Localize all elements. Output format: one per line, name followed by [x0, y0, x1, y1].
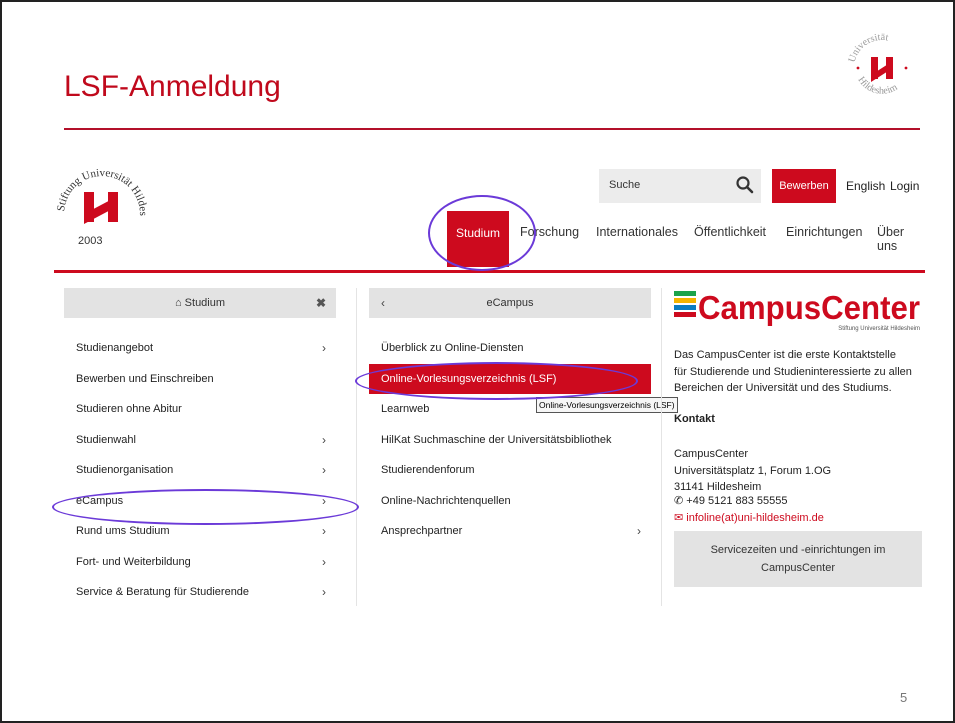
svg-text:Stiftung Universität Hildeshei: Stiftung Universität Hildesheim: [838, 326, 920, 332]
chevron-right-icon: ›: [322, 463, 326, 477]
campuscenter-description: Das CampusCenter ist die erste Kontaktst…: [674, 349, 912, 394]
column-divider: [661, 288, 662, 606]
menu-item-service-beratung[interactable]: Service & Beratung für Studierende ›: [64, 577, 336, 608]
menu-item-studienangebot[interactable]: Studienangebot ›: [64, 333, 336, 364]
slide-number: 5: [900, 690, 908, 705]
chevron-right-icon: ›: [322, 585, 326, 599]
menu-header-studium[interactable]: ⌂ Studium ✖: [64, 288, 336, 318]
search-input[interactable]: Suche: [599, 169, 761, 203]
menu-item-studienwahl[interactable]: Studienwahl ›: [64, 425, 336, 456]
login-link[interactable]: Login: [890, 179, 919, 193]
svg-text:2003: 2003: [78, 235, 102, 247]
svg-text:Universität: Universität: [847, 32, 890, 64]
phone-icon: ✆: [674, 495, 687, 507]
chevron-right-icon: ›: [637, 524, 641, 538]
contact-address: CampusCenter Universitätsplatz 1, Forum …: [674, 448, 832, 493]
presentation-slide: LSF-Anmeldung Universität Hildesheim Sti…: [0, 0, 955, 723]
menu-item-fort-weiterbildung[interactable]: Fort- und Weiterbildung ›: [64, 547, 336, 578]
nav-tab-einrichtungen[interactable]: Einrichtungen: [786, 225, 862, 239]
svg-text:CampusCenter: CampusCenter: [698, 289, 920, 326]
title-divider: [64, 128, 920, 130]
nav-tab-internationales[interactable]: Internationales: [596, 225, 678, 239]
nav-tab-oeffentlichkeit[interactable]: Öffentlichkeit: [694, 225, 766, 239]
apply-button[interactable]: Bewerben: [772, 169, 836, 203]
contact-phone[interactable]: ✆ +49 5121 883 55555: [674, 494, 788, 507]
menu-header-label: Studium: [184, 297, 226, 309]
slide-title: LSF-Anmeldung: [64, 70, 281, 103]
english-link[interactable]: English: [846, 179, 885, 193]
nav-tab-ueber-uns[interactable]: Über uns: [877, 225, 925, 253]
menu-item-studienorganisation[interactable]: Studienorganisation ›: [64, 455, 336, 486]
chevron-right-icon: ›: [322, 554, 326, 569]
menu-item-studierendenforum[interactable]: Studierendenforum: [369, 455, 651, 486]
menu-item-bewerben-einschreiben[interactable]: Bewerben und Einschreiben: [64, 364, 336, 395]
chevron-right-icon: ›: [322, 341, 326, 355]
close-icon[interactable]: ✖: [316, 288, 326, 318]
menu-item-ansprechpartner[interactable]: Ansprechpartner ›: [369, 516, 651, 547]
university-logo[interactable]: Stiftung Universität Hildesheim 2003: [54, 162, 149, 257]
highlight-ellipse-ecampus: [52, 489, 359, 525]
contact-heading: Kontakt: [674, 413, 715, 425]
menu-item-nachrichtenquellen[interactable]: Online-Nachrichtenquellen: [369, 486, 651, 517]
menu-header-ecampus[interactable]: ‹ eCampus: [369, 288, 651, 318]
menu-item-hilkat[interactable]: HilKat Suchmaschine der Universitätsbibl…: [369, 425, 651, 456]
contact-email-link[interactable]: ✉ infoline(at)uni-hildesheim.de: [674, 511, 824, 524]
service-hours-button[interactable]: Servicezeiten und -einrichtungen im Camp…: [674, 531, 922, 587]
menu-item-ueberblick[interactable]: Überblick zu Online-Diensten: [369, 333, 651, 364]
studium-menu-list: Studienangebot › Bewerben und Einschreibe…: [64, 333, 336, 608]
column-divider: [356, 288, 357, 606]
search-icon[interactable]: [735, 175, 755, 195]
menu-item-studieren-ohne-abitur[interactable]: Studieren ohne Abitur: [64, 394, 336, 425]
lsf-tooltip: Online-Vorlesungsverzeichnis (LSF): [536, 397, 678, 413]
highlight-ellipse-lsf: [355, 362, 638, 400]
search-placeholder: Suche: [609, 179, 641, 191]
menu-header-label: eCampus: [486, 297, 534, 309]
chevron-right-icon: ›: [322, 524, 326, 538]
highlight-ellipse-studium: [428, 195, 536, 271]
university-seal-logo: Universität Hildesheim: [847, 32, 908, 97]
home-icon: ⌂: [174, 297, 185, 309]
chevron-right-icon: ›: [322, 432, 326, 447]
envelope-icon: ✉: [674, 512, 687, 524]
back-chevron-icon[interactable]: ‹: [381, 288, 385, 318]
campuscenter-logo: CampusCenter Stiftung Universität Hildes…: [674, 289, 920, 332]
